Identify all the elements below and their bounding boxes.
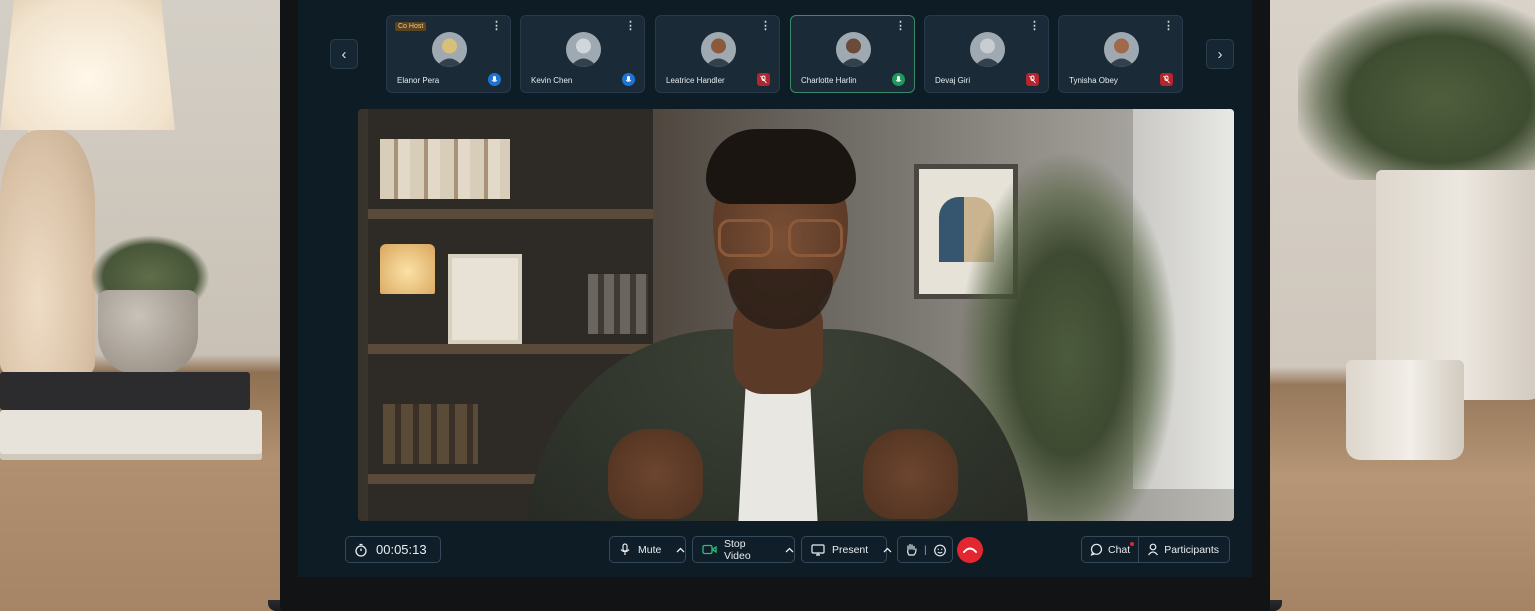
more-options-icon[interactable]: ⋮ [1029,21,1040,32]
divider: | [924,543,927,556]
chat-icon [1090,543,1103,556]
video-camera-icon [702,544,717,555]
participant-tile[interactable]: ⋮ Leatrice Handler [655,15,780,93]
participant-tile[interactable]: ⋮ Devaj Giri [924,15,1049,93]
cohost-badge: Co Host [395,22,427,31]
person-icon [1147,543,1159,556]
speaker-glasses [718,219,848,259]
present-button[interactable]: Present [801,536,892,563]
book-stack-top [0,372,250,410]
chevron-right-icon: › [1217,45,1223,63]
participant-name: Charlotte Harlin [801,76,857,85]
avatar [432,32,467,67]
background-right [1268,0,1535,611]
speaker [528,129,1028,521]
microphone-icon [622,73,635,86]
participant-name: Elanor Pera [397,76,440,85]
lamp-shade [0,0,175,130]
mic-muted-icon [1160,73,1173,86]
participant-name: Leatrice Handler [666,76,725,85]
avatar [701,32,736,67]
participant-tile[interactable]: Co Host ⋮ Elanor Pera [386,15,511,93]
more-options-icon[interactable]: ⋮ [625,21,636,32]
raise-hand-icon[interactable] [905,543,918,557]
mic-muted-icon [1026,73,1039,86]
meeting-screen: ‹ › Co Host ⋮ Elanor Pera ⋮ Kevin Chen ⋮ Leatr… [298,0,1252,577]
monitor-icon [811,543,825,556]
books [380,139,510,199]
more-options-icon[interactable]: ⋮ [760,21,771,32]
microphone-icon [619,543,631,556]
mute-button[interactable]: Mute [609,536,686,563]
more-options-icon[interactable]: ⋮ [1163,21,1174,32]
avatar [836,32,871,67]
timer-icon [354,543,368,557]
chat-label: Chat [1108,543,1131,556]
participant-name: Tynisha Obey [1069,76,1118,85]
avatar [1104,32,1139,67]
speaker-tshirt [738,379,818,521]
avatar [566,32,601,67]
video-lamp [380,244,435,294]
mute-label: Mute [638,543,662,556]
microphone-icon [488,73,501,86]
book-stack-bottom [0,410,262,460]
reactions-group: | [897,536,953,563]
books [383,404,478,464]
end-call-button[interactable] [957,537,983,563]
microphone-icon [892,73,905,86]
speaker-left-hand [608,429,703,519]
more-options-icon[interactable]: ⋮ [491,21,502,32]
photo-frame [448,254,522,344]
strip-prev-button[interactable]: ‹ [330,39,358,69]
speaker-right-hand [863,429,958,519]
emoji-react-icon[interactable] [933,543,947,557]
stop-video-label: Stop Video [724,537,751,562]
timer-value: 00:05:13 [376,542,427,557]
background-left [0,0,285,611]
chevron-left-icon: ‹ [341,45,347,63]
chevron-up-icon[interactable] [785,544,794,556]
hang-up-icon [963,541,977,559]
chevron-up-icon[interactable] [883,544,892,556]
small-pot [1346,360,1464,460]
participants-button[interactable]: Participants [1138,537,1227,562]
strip-next-button[interactable]: › [1206,39,1234,69]
chevron-up-icon[interactable] [676,544,685,556]
side-panel-group: Chat Participants [1081,536,1230,563]
more-options-icon[interactable]: ⋮ [895,21,906,32]
plant-foliage [1298,0,1535,180]
speaker-hair [706,129,856,204]
plant-pot [98,290,198,375]
chat-button[interactable]: Chat [1082,537,1138,562]
stop-video-button[interactable]: Stop Video [692,536,795,563]
participants-label: Participants [1164,543,1220,556]
mic-muted-icon [757,73,770,86]
main-video [358,109,1234,521]
participant-tile[interactable]: ⋮ Kevin Chen [520,15,645,93]
participant-name: Kevin Chen [531,76,573,85]
avatar [970,32,1005,67]
meeting-timer: 00:05:13 [345,536,441,563]
laptop: ‹ › Co Host ⋮ Elanor Pera ⋮ Kevin Chen ⋮ Leatr… [280,0,1270,611]
unread-indicator [1130,542,1134,546]
participant-tile[interactable]: ⋮ Tynisha Obey [1058,15,1183,93]
lamp-base [0,130,95,375]
participant-name: Devaj Giri [935,76,971,85]
participant-tile[interactable]: ⋮ Charlotte Harlin [790,15,915,93]
present-label: Present [832,543,869,556]
